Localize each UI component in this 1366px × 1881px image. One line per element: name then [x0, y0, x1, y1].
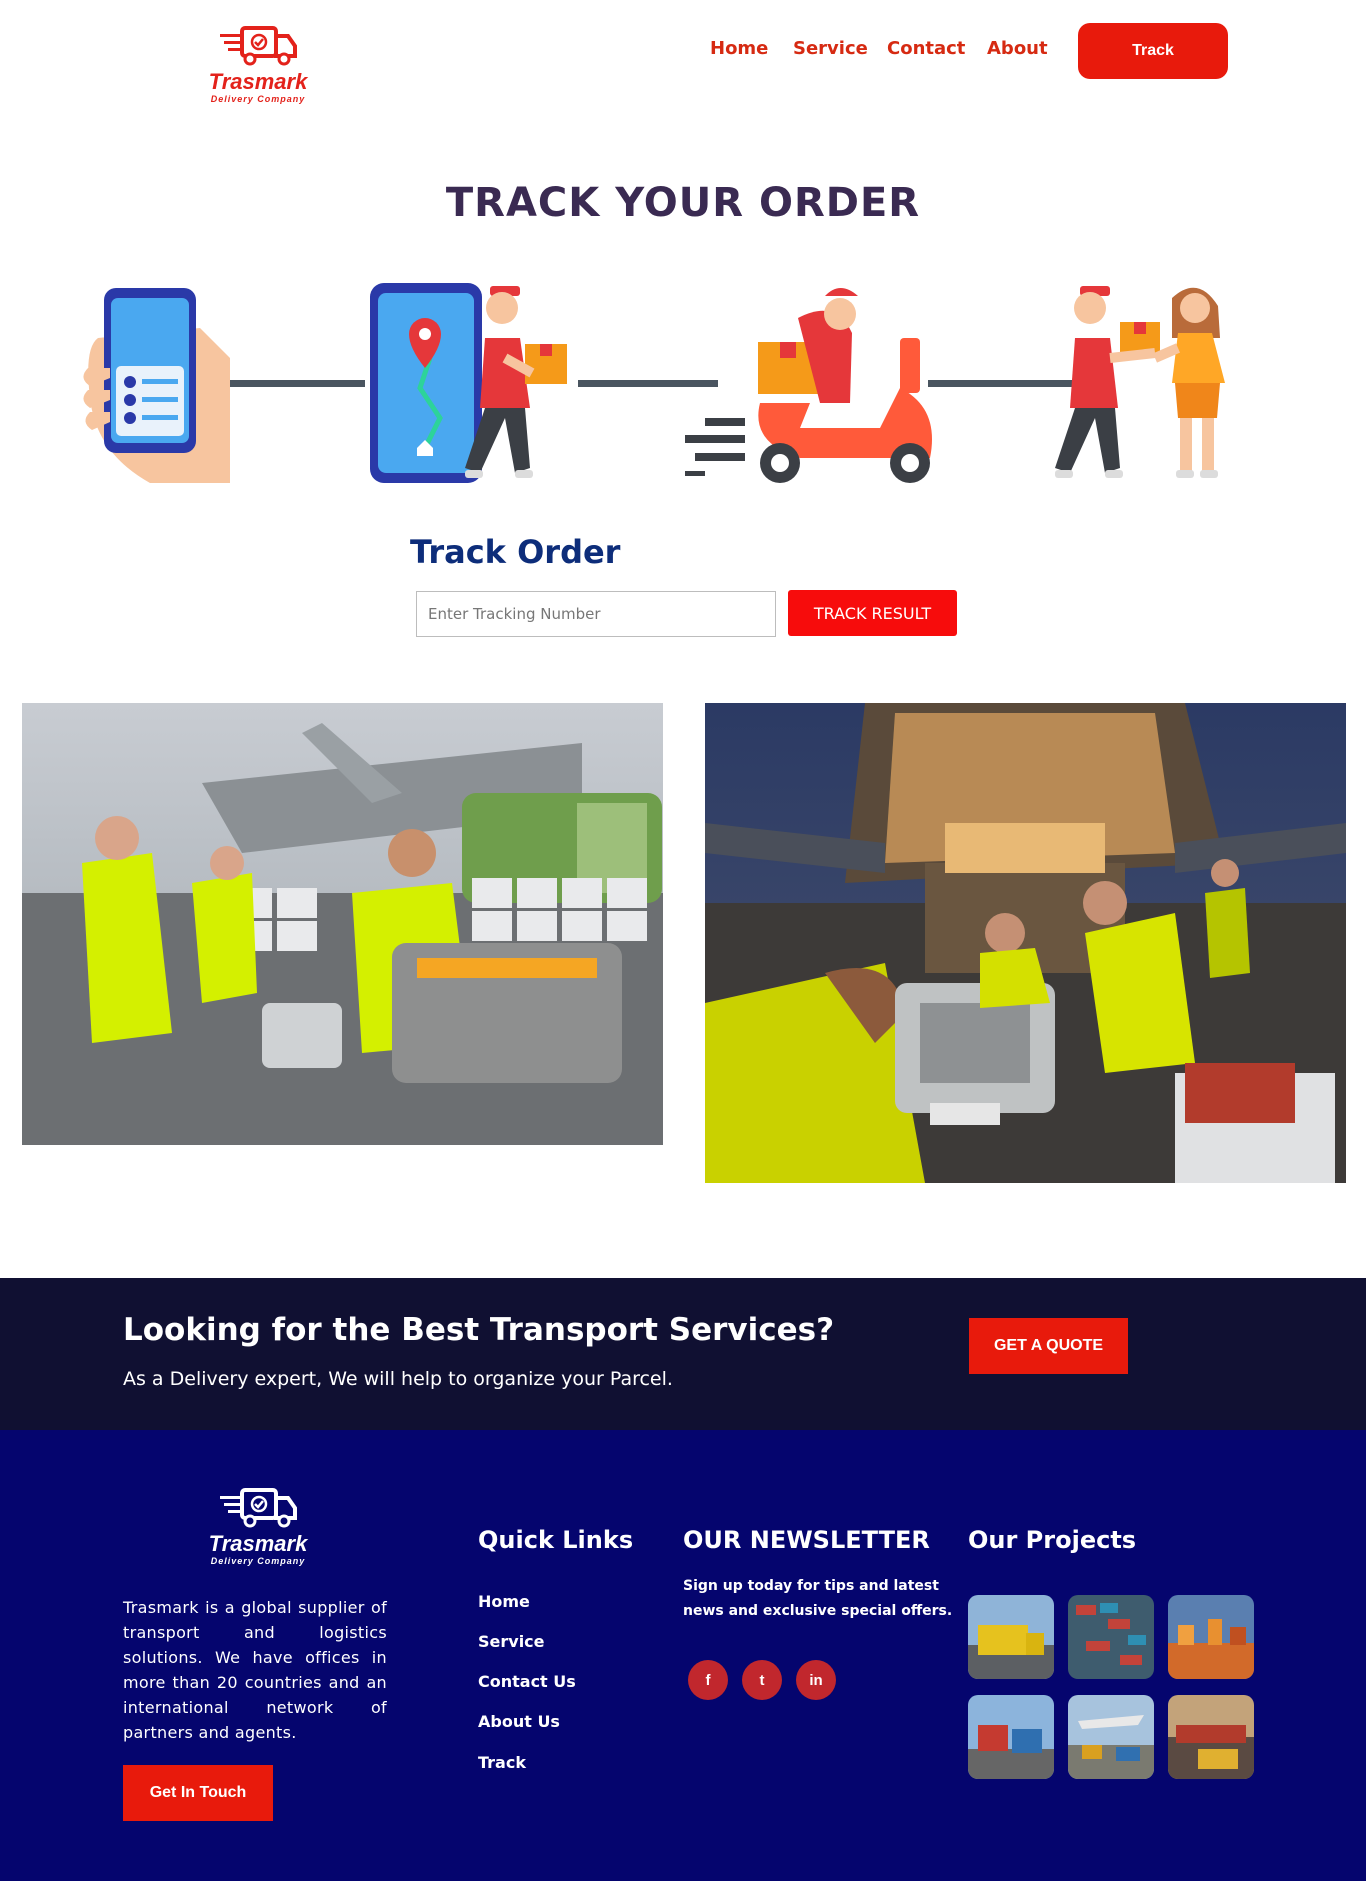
newsletter-title: OUR NEWSLETTER — [683, 1526, 930, 1554]
footer-link-service[interactable]: Service — [478, 1632, 545, 1651]
quick-links-title: Quick Links — [478, 1526, 634, 1554]
footer-link-home[interactable]: Home — [478, 1592, 530, 1611]
footer-logo[interactable]: Trasmark Delivery Company — [200, 1484, 316, 1566]
track-order-heading: Track Order — [410, 533, 621, 571]
connector-line — [928, 380, 1078, 387]
linkedin-icon[interactable]: in — [796, 1660, 836, 1700]
site-footer: Trasmark Delivery Company Trasmark is a … — [0, 1430, 1366, 1881]
get-quote-button[interactable]: GET A QUOTE — [969, 1318, 1128, 1374]
brand-name: Trasmark — [208, 69, 308, 94]
project-thumbnail[interactable] — [968, 1595, 1054, 1679]
track-nav-button[interactable]: Track — [1078, 23, 1228, 79]
delivery-process-illustration — [83, 283, 1225, 483]
brand-tagline: Delivery Company — [210, 94, 306, 104]
footer-brand-name: Trasmark — [208, 1531, 308, 1556]
nav-home[interactable]: Home — [710, 38, 768, 59]
project-thumbnail[interactable] — [968, 1695, 1054, 1779]
handover-icon — [1055, 286, 1225, 478]
project-thumbnail[interactable] — [1168, 1695, 1254, 1779]
page-title: TRACK YOUR ORDER — [445, 180, 921, 226]
nav-service[interactable]: Service — [793, 38, 868, 59]
brand-logo[interactable]: Trasmark Delivery Company — [200, 22, 316, 104]
delivery-truck-icon — [220, 1488, 297, 1528]
footer-link-about[interactable]: About Us — [478, 1712, 560, 1731]
project-thumbnail[interactable] — [1068, 1595, 1154, 1679]
track-result-button[interactable]: TRACK RESULT — [788, 590, 957, 636]
cta-banner: Looking for the Best Transport Services?… — [0, 1278, 1366, 1430]
company-description: Trasmark is a global supplier of transpo… — [123, 1598, 387, 1742]
get-in-touch-button[interactable]: Get In Touch — [123, 1765, 273, 1821]
newsletter-text: Sign up today for tips and latest news a… — [683, 1578, 953, 1619]
cargo-handlers-photo — [22, 703, 663, 1145]
twitter-icon[interactable]: t — [742, 1660, 782, 1700]
night-cargo-photo — [705, 703, 1346, 1183]
cta-subtitle: As a Delivery expert, We will help to or… — [123, 1368, 673, 1390]
site-header: Trasmark Delivery Company Home Service C… — [0, 0, 1366, 130]
project-thumbnail[interactable] — [1168, 1595, 1254, 1679]
phone-in-hand-icon — [83, 288, 230, 483]
footer-brand-tagline: Delivery Company — [210, 1556, 306, 1566]
delivery-scooter-icon — [685, 288, 932, 483]
facebook-icon[interactable]: f — [688, 1660, 728, 1700]
connector-line — [225, 380, 365, 387]
nav-about[interactable]: About — [987, 38, 1048, 59]
connector-line — [578, 380, 718, 387]
projects-title: Our Projects — [968, 1526, 1137, 1554]
project-thumbnail[interactable] — [1068, 1695, 1154, 1779]
nav-contact[interactable]: Contact — [887, 38, 965, 59]
footer-link-track[interactable]: Track — [478, 1753, 526, 1772]
delivery-truck-icon — [220, 26, 297, 66]
tracking-number-input[interactable] — [416, 591, 776, 637]
cta-title: Looking for the Best Transport Services? — [123, 1312, 835, 1348]
map-phone-courier-icon — [370, 283, 567, 483]
footer-link-contact[interactable]: Contact Us — [478, 1672, 576, 1691]
